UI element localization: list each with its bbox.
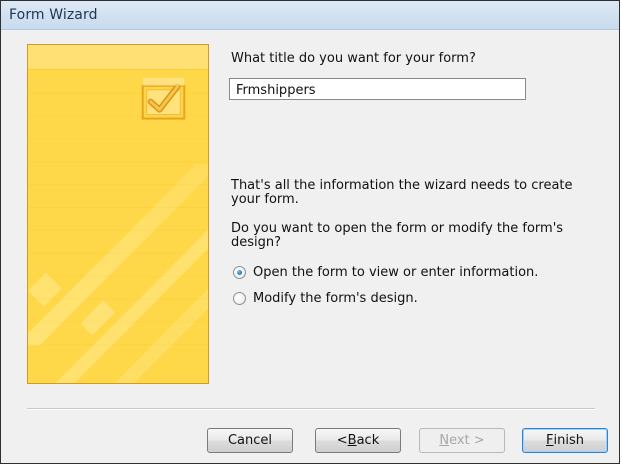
modify-form-mnemonic: M [253, 290, 265, 306]
form-wizard-window: Form Wizard What title do you want for y… [0, 0, 620, 464]
cancel-button[interactable]: Cancel [207, 428, 293, 453]
open-form-option[interactable]: O pen the form to view or enter informat… [233, 263, 538, 281]
title-bar: Form Wizard [1, 1, 619, 30]
finish-button-suffix: inish [553, 433, 584, 448]
wizard-content: What title do you want for your form? Th… [1, 30, 619, 463]
form-title-prompt: What title do you want for your form? [231, 51, 476, 66]
open-form-label-suffix: pen the form to view or enter informatio… [263, 264, 539, 280]
next-button-suffix: ext > [449, 433, 485, 448]
back-button-prefix: < [336, 433, 348, 448]
next-button-mnemonic: N [439, 433, 450, 448]
next-button[interactable]: N ext > [419, 428, 505, 453]
open-form-mnemonic: O [253, 264, 264, 280]
modify-form-option[interactable]: M odify the form's design. [233, 289, 418, 307]
modify-form-radio-icon[interactable] [233, 291, 246, 305]
wizard-footer-separator [27, 408, 595, 410]
finish-button[interactable]: F inish [522, 428, 608, 453]
window-title: Form Wizard [9, 7, 98, 23]
wizard-summary-text: That's all the information the wizard ne… [231, 178, 573, 207]
open-or-modify-question: Do you want to open the form or modify t… [231, 221, 564, 250]
back-button[interactable]: < B ack [315, 428, 401, 453]
back-button-mnemonic: B [347, 433, 357, 448]
form-title-input[interactable] [229, 78, 526, 100]
finish-button-mnemonic: F [546, 433, 554, 448]
back-button-suffix: ack [356, 433, 380, 448]
modify-form-label-suffix: odify the form's design. [264, 290, 418, 306]
open-form-label: O pen the form to view or enter informat… [253, 265, 538, 280]
open-form-radio-icon[interactable] [233, 265, 246, 279]
check-form-illustration-icon [28, 45, 208, 383]
wizard-illustration-panel [27, 44, 209, 384]
modify-form-label: M odify the form's design. [253, 291, 418, 306]
